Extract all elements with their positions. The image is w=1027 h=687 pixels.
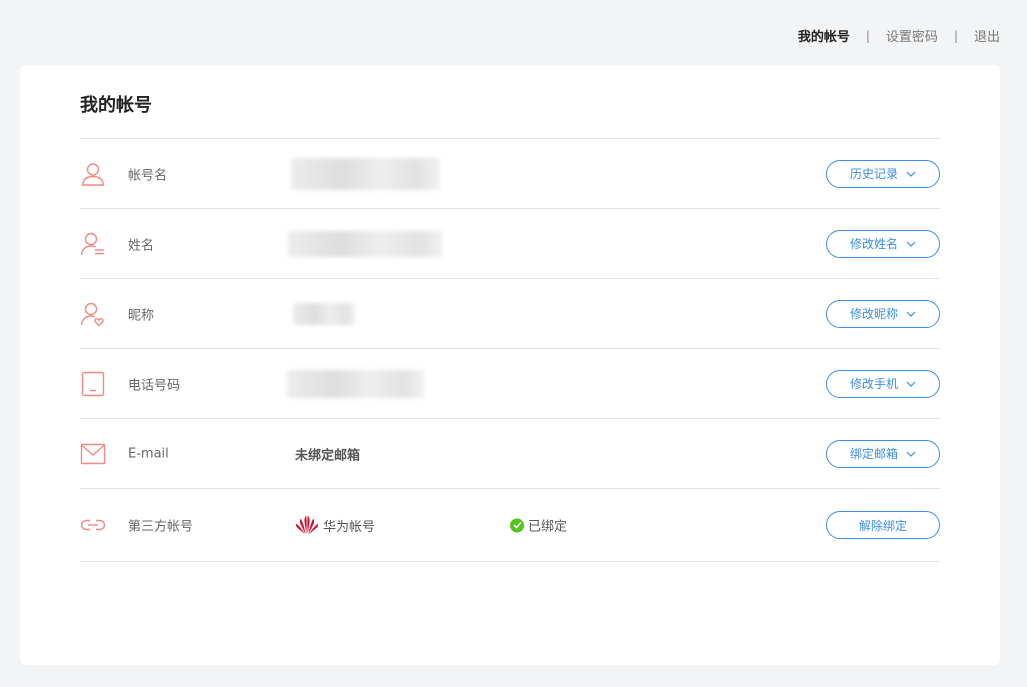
mail-icon <box>80 441 106 467</box>
button-label: 绑定邮箱 <box>849 447 898 461</box>
row-label: 帐号名 <box>128 168 168 183</box>
user-heart-icon <box>80 301 106 327</box>
user-name-icon <box>80 231 106 257</box>
chevron-down-icon <box>906 171 916 177</box>
email-status: 未绑定邮箱 <box>295 448 361 463</box>
huawei-account: 华为帐号 <box>295 515 375 535</box>
row-label: 第三方帐号 <box>128 519 194 535</box>
bind-status: 已绑定 <box>510 516 567 535</box>
account-card: 我的帐号 帐号名 历史记录 姓名 修改姓名 昵称 修改昵称 电话号码 修改手机 … <box>20 65 1000 665</box>
button-label: 修改昵称 <box>849 307 898 321</box>
status-text: 已绑定 <box>528 519 568 535</box>
chevron-down-icon <box>906 381 916 387</box>
blurred-value <box>288 230 443 257</box>
row-label: 昵称 <box>128 308 155 323</box>
nav-my-account[interactable]: 我的帐号 <box>798 26 850 45</box>
bind-email-button[interactable]: 绑定邮箱 <box>826 439 940 468</box>
row-nickname: 昵称 修改昵称 <box>80 279 940 349</box>
row-label: E-mail <box>128 446 169 461</box>
phone-icon <box>80 371 106 397</box>
button-label: 解除绑定 <box>858 518 907 533</box>
row-phone: 电话号码 修改手机 <box>80 349 940 419</box>
chevron-down-icon <box>906 451 916 457</box>
top-nav: 我的帐号 | 设置密码 | 退出 <box>798 26 1000 46</box>
huawei-logo-icon <box>295 515 319 534</box>
row-account-name: 帐号名 历史记录 <box>80 139 940 209</box>
check-circle-icon <box>510 518 524 532</box>
row-label: 电话号码 <box>128 378 181 393</box>
chevron-down-icon <box>906 241 916 247</box>
edit-name-button[interactable]: 修改姓名 <box>826 229 940 258</box>
button-label: 修改姓名 <box>849 237 898 251</box>
nav-set-password[interactable]: 设置密码 <box>886 26 938 45</box>
edit-nickname-button[interactable]: 修改昵称 <box>826 299 940 328</box>
link-icon <box>80 512 106 538</box>
row-label: 姓名 <box>128 238 155 253</box>
unbind-button[interactable]: 解除绑定 <box>826 511 940 539</box>
chevron-down-icon <box>906 311 916 317</box>
row-real-name: 姓名 修改姓名 <box>80 209 940 279</box>
button-label: 历史记录 <box>849 167 898 181</box>
user-icon <box>80 161 106 187</box>
edit-phone-button[interactable]: 修改手机 <box>826 369 940 398</box>
nav-logout[interactable]: 退出 <box>974 26 1000 45</box>
account-info-list: 帐号名 历史记录 姓名 修改姓名 昵称 修改昵称 电话号码 修改手机 E-mai… <box>80 138 940 562</box>
nav-separator: | <box>865 28 870 43</box>
page-title: 我的帐号 <box>80 95 152 116</box>
provider-name: 华为帐号 <box>323 519 376 535</box>
blurred-value <box>287 369 424 398</box>
button-label: 修改手机 <box>849 377 898 391</box>
row-third-party: 第三方帐号 华为帐号 已绑定 解除绑定 <box>80 489 940 562</box>
blurred-value <box>293 302 355 325</box>
nav-separator: | <box>953 28 958 43</box>
blurred-value <box>291 157 440 190</box>
row-email: E-mail 未绑定邮箱 绑定邮箱 <box>80 419 940 489</box>
history-button[interactable]: 历史记录 <box>826 159 940 188</box>
